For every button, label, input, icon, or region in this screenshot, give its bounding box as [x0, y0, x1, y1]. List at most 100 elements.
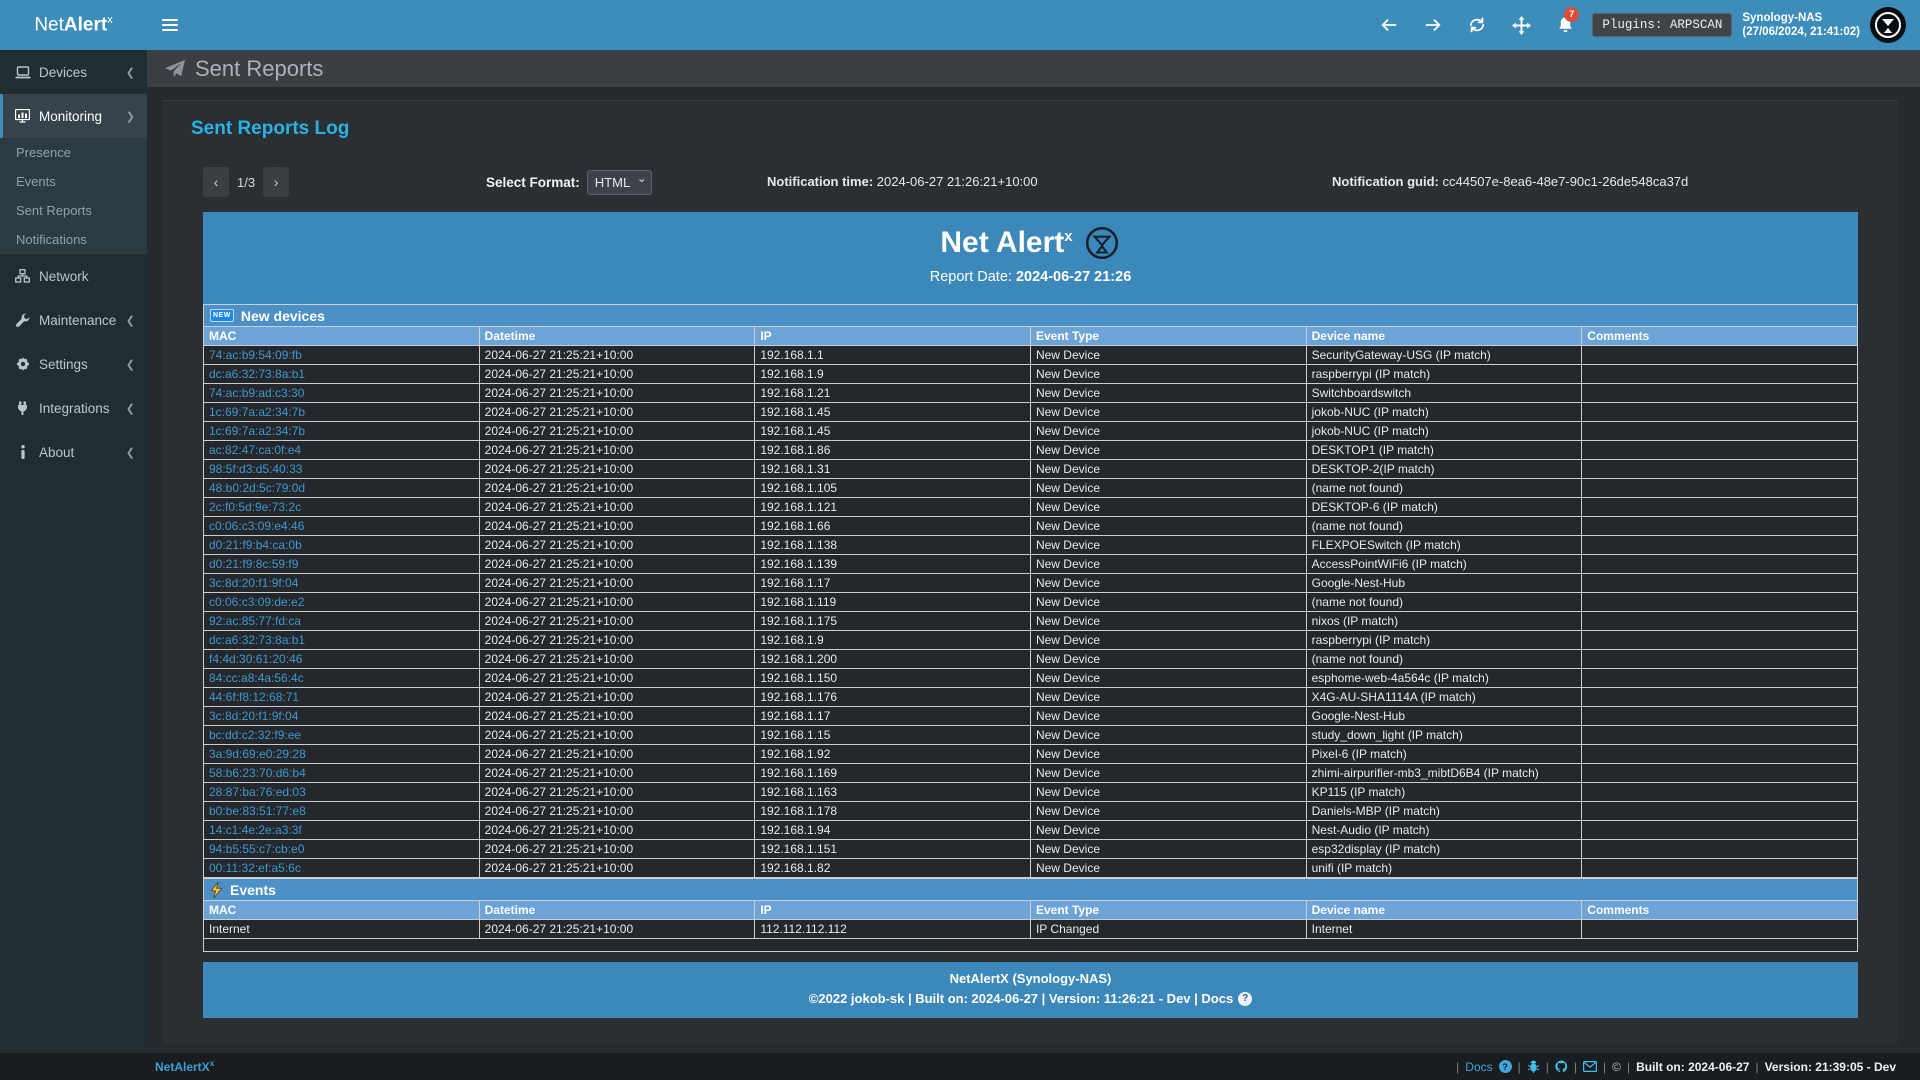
- table-row: 28:87:ba:76:ed:032024-06-27 21:25:21+10:…: [204, 783, 1858, 802]
- footer-brand-link[interactable]: NetAlertXx: [155, 1059, 214, 1074]
- chevron-left-icon: ❮: [126, 358, 135, 371]
- sidebar-item-settings[interactable]: Settings ❮: [0, 342, 147, 386]
- mac-link[interactable]: 98:5f:d3:d5:40:33: [209, 462, 302, 476]
- format-select[interactable]: HTML: [587, 170, 652, 195]
- sidebar-item-presence[interactable]: Presence: [0, 138, 147, 167]
- bug-report-icon[interactable]: [1527, 1060, 1540, 1073]
- back-arrow-icon[interactable]: [1372, 0, 1406, 50]
- mac-link[interactable]: d0:21:f9:b4:ca:0b: [209, 538, 302, 552]
- sidebar: Devices ❮ Monitoring ❯ Presence Events S…: [0, 50, 147, 1053]
- mac-link[interactable]: 84:cc:a8:4a:56:4c: [209, 671, 304, 685]
- laptop-icon: [14, 66, 31, 79]
- mac-link[interactable]: 3a:9d:69:e0:29:28: [209, 747, 306, 761]
- mac-link[interactable]: 94:b5:55:c7:cb:e0: [209, 842, 304, 856]
- table-row: 58:b6:23:70:d6:b42024-06-27 21:25:21+10:…: [204, 764, 1858, 783]
- table-row: ac:82:47:ca:0f:e42024-06-27 21:25:21+10:…: [204, 441, 1858, 460]
- sidebar-item-maintenance[interactable]: Maintenance ❮: [0, 298, 147, 342]
- mac-link[interactable]: 1c:69:7a:a2:34:7b: [209, 405, 305, 419]
- table-row: 98:5f:d3:d5:40:332024-06-27 21:25:21+10:…: [204, 460, 1858, 479]
- sidebar-item-events[interactable]: Events: [0, 167, 147, 196]
- mac-link[interactable]: 3c:8d:20:f1:9f:04: [209, 709, 298, 723]
- sidebar-item-integrations[interactable]: Integrations ❮: [0, 386, 147, 430]
- plugins-badge: Plugins: ARPSCAN: [1592, 13, 1732, 37]
- nas-status: Synology-NAS (27/06/2024, 21:41:02): [1742, 11, 1860, 40]
- refresh-icon[interactable]: [1460, 0, 1494, 50]
- notification-guid: Notification guid: cc44507e-8ea6-48e7-90…: [1332, 174, 1688, 189]
- table-row: 92:ac:85:77:fd:ca2024-06-27 21:25:21+10:…: [204, 612, 1858, 631]
- footer-version: Version: 21:39:05 - Dev: [1765, 1060, 1896, 1074]
- user-avatar[interactable]: [1870, 7, 1906, 43]
- mac-link[interactable]: c0:06:c3:09:de:e2: [209, 595, 304, 609]
- mac-link[interactable]: ac:82:47:ca:0f:e4: [209, 443, 301, 457]
- mac-link[interactable]: 74:ac:b9:ad:c3:30: [209, 386, 304, 400]
- mac-link[interactable]: 00:11:32:ef:a5:6c: [209, 861, 301, 875]
- notifications-bell-icon[interactable]: 7: [1548, 0, 1582, 50]
- table-row: 2c:f0:5d:9e:73:2c2024-06-27 21:25:21+10:…: [204, 498, 1858, 517]
- pagination: ‹ 1/3 ›: [203, 167, 289, 197]
- table-row: 94:b5:55:c7:cb:e02024-06-27 21:25:21+10:…: [204, 840, 1858, 859]
- info-icon: [14, 445, 31, 459]
- mac-link[interactable]: 1c:69:7a:a2:34:7b: [209, 424, 305, 438]
- table-row: f4:4d:30:61:20:462024-06-27 21:25:21+10:…: [204, 650, 1858, 669]
- sidebar-item-sent-reports[interactable]: Sent Reports: [0, 196, 147, 225]
- top-navbar: NetAlertx: [0, 0, 1920, 50]
- mac-link[interactable]: 2c:f0:5d:9e:73:2c: [209, 500, 301, 514]
- report-controls: ‹ 1/3 › Select Format: HTML Notification…: [203, 167, 1858, 199]
- mac-link[interactable]: 3c:8d:20:f1:9f:04: [209, 576, 298, 590]
- netalertx-logo-icon: [1083, 224, 1121, 262]
- mac-link[interactable]: b0:be:83:51:77:e8: [209, 804, 306, 818]
- monitoring-chart-icon: [14, 109, 31, 123]
- docs-link[interactable]: Docs: [1465, 1060, 1492, 1074]
- report-footer: NetAlertX (Synology-NAS) ©2022 jokob-sk …: [203, 962, 1858, 1018]
- page-indicator: 1/3: [237, 175, 255, 190]
- mac-link[interactable]: bc:dd:c2:32:f9:ee: [209, 728, 301, 742]
- table-row: d0:21:f9:b4:ca:0b2024-06-27 21:25:21+10:…: [204, 536, 1858, 555]
- help-question-icon: ?: [1238, 992, 1252, 1006]
- table-row: b0:be:83:51:77:e82024-06-27 21:25:21+10:…: [204, 802, 1858, 821]
- footer-built: Built on: 2024-06-27: [1636, 1060, 1749, 1074]
- mac-link[interactable]: 48:b0:2d:5c:79:0d: [209, 481, 305, 495]
- plug-icon: [14, 401, 31, 415]
- mac-link[interactable]: 92:ac:85:77:fd:ca: [209, 614, 301, 628]
- sidebar-item-about[interactable]: About ❮: [0, 430, 147, 474]
- sidebar-item-monitoring[interactable]: Monitoring ❯: [0, 94, 147, 138]
- forward-arrow-icon[interactable]: [1416, 0, 1450, 50]
- email-icon[interactable]: [1583, 1061, 1597, 1072]
- docs-question-icon[interactable]: ?: [1499, 1060, 1512, 1073]
- table-row: Internet2024-06-27 21:25:21+10:00112.112…: [204, 920, 1858, 939]
- sidebar-toggle-icon[interactable]: [147, 0, 192, 50]
- mac-link[interactable]: 58:b6:23:70:d6:b4: [209, 766, 306, 780]
- table-row: c0:06:c3:09:de:e22024-06-27 21:25:21+10:…: [204, 593, 1858, 612]
- mac-link[interactable]: 74:ac:b9:54:09:fb: [209, 348, 302, 362]
- mac-link[interactable]: f4:4d:30:61:20:46: [209, 652, 302, 666]
- sidebar-item-notifications[interactable]: Notifications: [0, 225, 147, 254]
- sidebar-item-devices[interactable]: Devices ❮: [0, 50, 147, 94]
- events-section-header: Events: [203, 878, 1858, 900]
- reports-box: Sent Reports Log ‹ 1/3 › Select Format: …: [163, 100, 1898, 1044]
- sidebar-item-network[interactable]: Network: [0, 254, 147, 298]
- prev-page-button[interactable]: ‹: [203, 167, 229, 197]
- chevron-left-icon: ❮: [126, 402, 135, 415]
- mac-link[interactable]: 14:c1:4e:2e:a3:3f: [209, 823, 302, 837]
- table-row: 74:ac:b9:ad:c3:302024-06-27 21:25:21+10:…: [204, 384, 1858, 403]
- table-row: c0:06:c3:09:e4:462024-06-27 21:25:21+10:…: [204, 517, 1858, 536]
- move-icon[interactable]: [1504, 0, 1538, 50]
- chevron-left-icon: ❮: [126, 446, 135, 459]
- mac-link[interactable]: dc:a6:32:73:8a:b1: [209, 633, 305, 647]
- mac-link[interactable]: d0:21:f9:8c:59:f9: [209, 557, 298, 571]
- mac-link[interactable]: 44:6f:f8:12:68:71: [209, 690, 299, 704]
- mac-link[interactable]: c0:06:c3:09:e4:46: [209, 519, 304, 533]
- new-devices-table: MAC Datetime IP Event Type Device name C…: [203, 326, 1858, 878]
- paper-plane-icon: [164, 59, 186, 79]
- table-row: 14:c1:4e:2e:a3:3f2024-06-27 21:25:21+10:…: [204, 821, 1858, 840]
- page-title: Sent Reports: [195, 56, 323, 82]
- app-logo[interactable]: NetAlertx: [0, 0, 147, 50]
- chevron-down-icon: ❯: [126, 110, 135, 123]
- box-title-link[interactable]: Sent Reports Log: [163, 101, 1898, 140]
- table-row: 48:b0:2d:5c:79:0d2024-06-27 21:25:21+10:…: [204, 479, 1858, 498]
- mac-link[interactable]: dc:a6:32:73:8a:b1: [209, 367, 305, 381]
- mac-link[interactable]: 28:87:ba:76:ed:03: [209, 785, 306, 799]
- github-icon[interactable]: [1555, 1060, 1568, 1073]
- page-footer: NetAlertXx | Docs ? | | |: [0, 1053, 1920, 1080]
- next-page-button[interactable]: ›: [263, 167, 289, 197]
